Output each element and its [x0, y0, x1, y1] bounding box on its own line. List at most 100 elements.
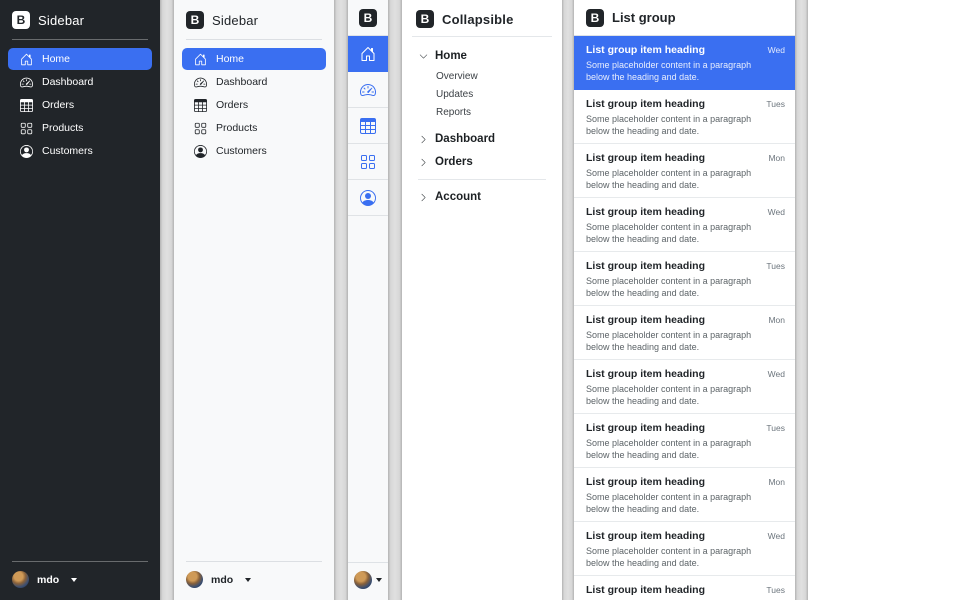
tree-subitem-reports[interactable]: Reports	[408, 103, 556, 121]
list-item-date: Wed	[768, 369, 785, 379]
tree-children-home: Overview Updates Reports	[408, 65, 556, 125]
sidebar-item-products[interactable]: Products	[8, 117, 152, 139]
speedometer-icon	[194, 76, 207, 89]
nav-label: Orders	[42, 99, 74, 111]
list-item-heading: List group item heading	[586, 152, 761, 164]
user-dropdown[interactable]	[348, 562, 388, 600]
list-item-body: Some placeholder content in a paragraph …	[586, 383, 761, 408]
user-name: mdo	[211, 574, 233, 586]
nav-label: Dashboard	[216, 76, 267, 88]
list-item[interactable]: List group item heading Wed Some placeho…	[574, 198, 795, 252]
grid-icon	[194, 122, 207, 135]
list-item-body: Some placeholder content in a paragraph …	[586, 437, 761, 462]
sidebar-item-dashboard[interactable]: Dashboard	[182, 71, 326, 93]
sidebar-item-customers[interactable]: Customers	[8, 140, 152, 162]
sidebar-icon-customers[interactable]	[348, 180, 388, 216]
list-item-body: Some placeholder content in a paragraph …	[586, 59, 761, 84]
brand-title: Collapsible	[442, 12, 514, 27]
spacer	[348, 216, 388, 562]
list-item-body: Some placeholder content in a paragraph …	[586, 113, 761, 138]
caret-down-icon	[71, 578, 77, 582]
bootstrap-logo-icon: B	[12, 11, 30, 29]
collapsible-brand[interactable]: B Collapsible	[402, 0, 562, 36]
user-dropdown[interactable]: mdo	[0, 562, 160, 600]
tree-label: Orders	[435, 156, 473, 168]
list-item[interactable]: List group item heading Mon Some placeho…	[574, 468, 795, 522]
sidebar-icons-only: B	[348, 0, 388, 600]
person-circle-icon	[194, 145, 207, 158]
sidebar-icon-orders[interactable]	[348, 108, 388, 144]
table-icon	[360, 118, 376, 134]
sidebar-icon-dashboard[interactable]	[348, 72, 388, 108]
list-item[interactable]: List group item heading Wed Some placeho…	[574, 36, 795, 90]
list-item-heading: List group item heading	[586, 368, 761, 380]
list-item[interactable]: List group item heading Tues Some placeh…	[574, 252, 795, 306]
sidebar-light-nav: Home Dashboard Orders Products Customers	[174, 40, 334, 170]
avatar	[12, 571, 29, 588]
bootstrap-logo-icon: B	[359, 9, 377, 27]
tree-subitem-updates[interactable]: Updates	[408, 85, 556, 103]
list-item-date: Tues	[766, 261, 785, 271]
tree-item-home[interactable]: Home	[408, 47, 556, 65]
spacer	[174, 170, 334, 561]
chevron-down-icon	[419, 52, 428, 61]
house-icon	[360, 46, 376, 62]
sidebar-item-products[interactable]: Products	[182, 117, 326, 139]
nav-label: Customers	[216, 145, 267, 157]
list-item[interactable]: List group item heading Tues Some placeh…	[574, 576, 795, 600]
speedometer-icon	[20, 76, 33, 89]
brand-title: List group	[612, 10, 676, 25]
example-divider	[160, 0, 174, 600]
tree-item-orders[interactable]: Orders	[408, 153, 556, 171]
sidebar-item-home[interactable]: Home	[182, 48, 326, 70]
sidebar-dark-brand[interactable]: B Sidebar	[0, 0, 160, 39]
chevron-right-icon	[419, 135, 428, 144]
user-dropdown[interactable]: mdo	[174, 562, 334, 600]
list-group-brand[interactable]: B List group	[574, 0, 795, 36]
sidebar-item-customers[interactable]: Customers	[182, 140, 326, 162]
tree-subitem-overview[interactable]: Overview	[408, 67, 556, 85]
user-name: mdo	[37, 574, 59, 586]
sidebar-item-orders[interactable]: Orders	[8, 94, 152, 116]
tree-item-dashboard[interactable]: Dashboard	[408, 130, 556, 148]
list-item[interactable]: List group item heading Wed Some placeho…	[574, 360, 795, 414]
list-item-heading: List group item heading	[586, 260, 761, 272]
list-item[interactable]: List group item heading Tues Some placeh…	[574, 414, 795, 468]
list-item-date: Mon	[768, 153, 785, 163]
tree-item-account[interactable]: Account	[408, 188, 556, 206]
list-item-date: Tues	[766, 585, 785, 595]
nav-label: Dashboard	[42, 76, 93, 88]
bootstrap-logo-icon: B	[416, 10, 434, 28]
list-item-heading: List group item heading	[586, 44, 761, 56]
sidebar-item-dashboard[interactable]: Dashboard	[8, 71, 152, 93]
chevron-right-icon	[419, 193, 428, 202]
avatar	[354, 571, 372, 589]
sidebar-light: B Sidebar Home Dashboard Orders Products	[174, 0, 334, 600]
collapsible-tree: Home Overview Updates Reports Dashboard …	[402, 37, 562, 206]
sidebar-collapsible: B Collapsible Home Overview Updates Repo…	[402, 0, 562, 600]
list-item-body: Some placeholder content in a paragraph …	[586, 545, 761, 570]
list-item[interactable]: List group item heading Wed Some placeho…	[574, 522, 795, 576]
brand-title: Sidebar	[212, 13, 258, 28]
sidebar-light-brand[interactable]: B Sidebar	[174, 0, 334, 39]
house-icon	[194, 53, 207, 66]
sidebar-item-home[interactable]: Home	[8, 48, 152, 70]
person-circle-icon	[20, 145, 33, 158]
table-icon	[194, 99, 207, 112]
grid-icon	[20, 122, 33, 135]
bootstrap-logo-icon: B	[586, 9, 604, 27]
list-item[interactable]: List group item heading Mon Some placeho…	[574, 144, 795, 198]
list-group-scroll[interactable]: List group item heading Wed Some placeho…	[574, 36, 795, 600]
nav-label: Customers	[42, 145, 93, 157]
page-background	[808, 0, 960, 600]
sidebar-icon-home[interactable]	[348, 36, 388, 72]
tree-label: Account	[435, 191, 481, 203]
sidebar-dark: B Sidebar Home Dashboard Orders Products	[0, 0, 160, 600]
sidebar-icons-brand[interactable]: B	[348, 0, 388, 36]
table-icon	[20, 99, 33, 112]
list-item[interactable]: List group item heading Mon Some placeho…	[574, 306, 795, 360]
speedometer-icon	[360, 82, 376, 98]
sidebar-item-orders[interactable]: Orders	[182, 94, 326, 116]
list-item[interactable]: List group item heading Tues Some placeh…	[574, 90, 795, 144]
sidebar-icon-products[interactable]	[348, 144, 388, 180]
